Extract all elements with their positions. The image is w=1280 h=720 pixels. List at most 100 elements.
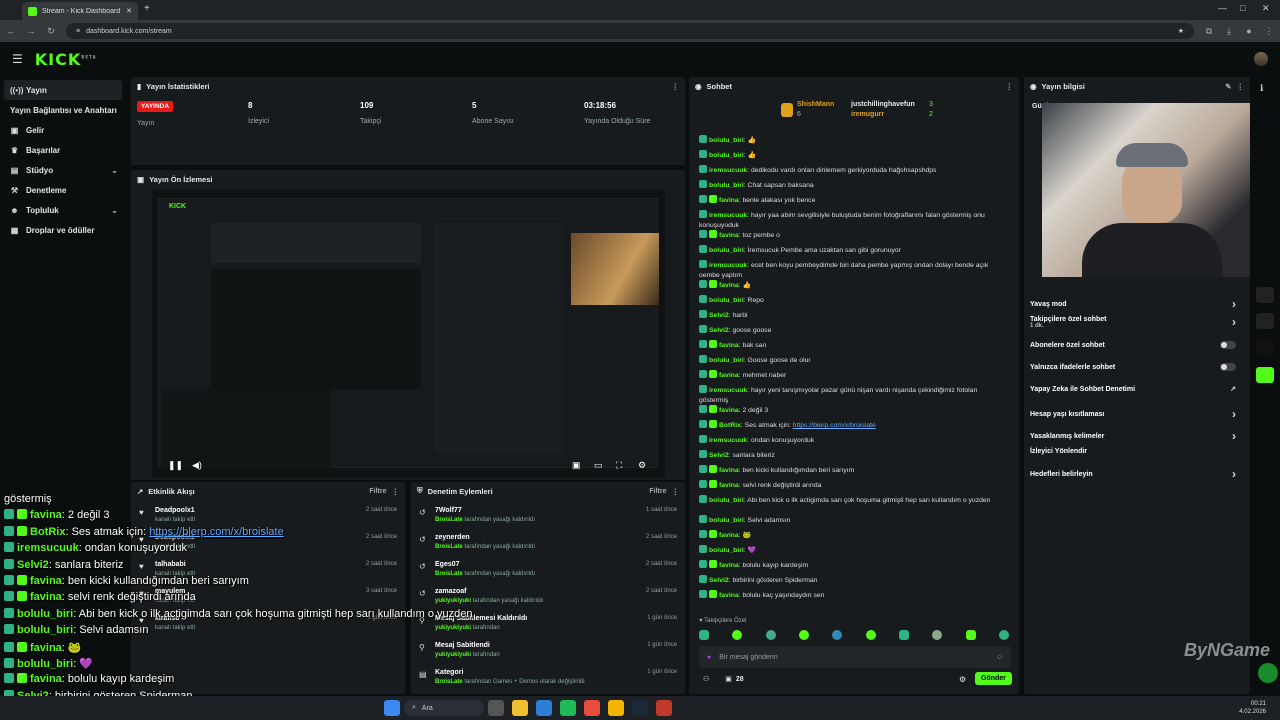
chat-username[interactable]: favina	[719, 282, 739, 289]
moderation-actor[interactable]: BroisLate	[435, 679, 463, 685]
sidebar-item-stream-key[interactable]: Yayın Bağlantısı ve Anahtarı	[0, 100, 128, 120]
top-user-3[interactable]: iremugurr	[851, 111, 884, 118]
moderation-item[interactable]: ↺ Eges07 BroisLate tarafından yasağı kaldı…	[419, 558, 677, 584]
moderation-actor[interactable]: BroisLate	[435, 544, 463, 550]
moderation-target[interactable]: zamazoaf	[435, 588, 467, 595]
sidebar-item-studyo[interactable]: ▤ Stüdyo ⌄	[0, 160, 128, 180]
taskbar-clock[interactable]: 00:21 4.02.2026	[1239, 700, 1266, 716]
moderation-target[interactable]: zeynerden	[435, 534, 470, 541]
moderation-actor[interactable]: yukiyukiyuki	[435, 625, 471, 631]
setting-row[interactable]: Abonelere özel sohbet	[1030, 341, 1236, 349]
chat-username[interactable]: bolulu_biri	[709, 182, 744, 189]
chat-username[interactable]: bolulu_biri	[709, 497, 744, 504]
forward-icon[interactable]: →	[26, 26, 36, 36]
setting-row[interactable]: Hedefleri belirleyin ›	[1030, 467, 1236, 481]
pip-icon[interactable]: ▣	[572, 460, 581, 471]
new-tab-icon[interactable]: +	[144, 3, 150, 14]
sidebar-item-yayin[interactable]: ((•)) Yayın	[4, 80, 122, 100]
more-options-icon[interactable]: ⋮	[392, 487, 400, 496]
emote-icon[interactable]	[932, 630, 943, 640]
site-info-icon[interactable]: ≡	[76, 28, 80, 35]
chat-message[interactable]: bolulu_biri: Chat sapsarı baksana	[699, 180, 999, 191]
microphone-icon[interactable]: ●	[707, 654, 711, 661]
emote-icon[interactable]	[832, 630, 843, 640]
sidebar-item-basarilar[interactable]: ♛ Başarılar	[0, 140, 128, 160]
chat-username[interactable]: Selvi2	[709, 577, 729, 584]
chat-message[interactable]: bolulu_biri: 👍	[699, 150, 999, 161]
chat-username[interactable]: iremsucuuk	[709, 387, 747, 394]
moderation-actor[interactable]: BroisLate	[435, 517, 463, 523]
chat-message[interactable]: iremsucuuk: hayır yaa abim sevgilisiyle …	[699, 210, 999, 231]
moderation-target[interactable]: Mesaj Sabitlendi	[435, 642, 490, 649]
windows-start-icon[interactable]	[384, 700, 400, 716]
chat-message[interactable]: Selvi2: sanlara biteriz	[699, 450, 999, 461]
wrench-icon[interactable]	[1256, 313, 1274, 329]
chat-settings-icon[interactable]: ⚙	[959, 675, 966, 684]
moderation-actor[interactable]: BroisLate	[435, 571, 463, 577]
chat-username[interactable]: Selvi2	[709, 312, 729, 319]
emote-icon[interactable]	[998, 630, 1009, 640]
chat-message[interactable]: iremsucuuk: ecet ben koyu pembeydimde bi…	[699, 260, 999, 281]
emote-icon[interactable]	[865, 630, 876, 640]
chat-message[interactable]: favina: toz pembe o	[699, 230, 999, 241]
chat-message[interactable]: favina: benle alakası yok bence	[699, 195, 999, 206]
spotify-icon[interactable]	[560, 700, 576, 716]
chat-message[interactable]: iremsucuuk: hayır yeni tanışmıyolar paza…	[699, 385, 999, 406]
moderation-actor[interactable]: yukiyukiyuki	[435, 652, 471, 658]
moderation-item[interactable]: ▤ Kategori BroisLate tarafından Games + De…	[419, 666, 677, 692]
user-avatar[interactable]	[1254, 52, 1268, 66]
bookmark-star-icon[interactable]: ★	[1178, 27, 1184, 35]
setting-row[interactable]: Yasaklanmış kelimeler ›	[1030, 429, 1236, 443]
sidebar-item-denetleme[interactable]: ⚒ Denetleme	[0, 180, 128, 200]
setting-row[interactable]: Yalnızca ifadelerle sohbet	[1030, 363, 1236, 371]
chat-message[interactable]: bolulu_biri: Goose goose de olur	[699, 355, 999, 366]
downloads-icon[interactable]: ⤓	[1224, 26, 1234, 37]
more-options-icon[interactable]: ⋮	[672, 82, 680, 91]
address-bar[interactable]: ≡ dashboard.kick.com/stream ★	[66, 23, 1194, 39]
chat-message[interactable]: Selvi2: goose goose	[699, 325, 999, 336]
emote-icon[interactable]	[798, 630, 809, 640]
chat-username[interactable]: favina	[719, 342, 739, 349]
edit-icon[interactable]: ✎	[1225, 82, 1231, 91]
chat-message[interactable]: BotRix: Ses atmak için: https://blerp.co…	[699, 420, 999, 431]
settings-gear-icon[interactable]: ⚙	[638, 460, 646, 471]
emoji-icon[interactable]: ☺	[996, 654, 1003, 661]
chat-message[interactable]: favina: 🐸	[699, 530, 999, 541]
chat-username[interactable]: Selvi2	[709, 452, 729, 459]
chat-message[interactable]: favina: ben kicki kullandığımdan beri sa…	[699, 465, 999, 476]
chat-username[interactable]: bolulu_biri	[709, 517, 744, 524]
chat-message[interactable]: bolulu_biri: 👍	[699, 135, 999, 146]
chat-username[interactable]: favina	[719, 232, 739, 239]
chat-username[interactable]: bolulu_biri	[709, 357, 744, 364]
chat-username[interactable]: bolulu_biri	[709, 137, 744, 144]
chat-username[interactable]: iremsucuuk	[709, 212, 747, 219]
top-user-1[interactable]: ShishMann	[797, 101, 834, 108]
chat-username[interactable]: iremsucuuk	[709, 167, 747, 174]
layout-icon[interactable]	[1256, 287, 1274, 303]
chat-message[interactable]: Selvi2: harbi	[699, 310, 999, 321]
chat-username[interactable]: favina	[719, 467, 739, 474]
chat-username[interactable]: favina	[719, 532, 739, 539]
moderation-target[interactable]: Eges07	[435, 561, 460, 568]
chrome-icon[interactable]	[608, 700, 624, 716]
steam-icon[interactable]	[632, 700, 648, 716]
profile-icon[interactable]: ●	[1244, 26, 1254, 36]
more-options-icon[interactable]: ⋮	[1237, 82, 1245, 91]
setting-row[interactable]: İzleyici Yönlendir	[1030, 448, 1236, 455]
setting-row[interactable]: Yavaş mod ›	[1030, 297, 1236, 311]
chat-message[interactable]: favina: mehmet naber	[699, 370, 999, 381]
chat-username[interactable]: favina	[719, 562, 739, 569]
community-icon[interactable]	[1256, 339, 1274, 355]
close-tab-icon[interactable]: ✕	[126, 7, 132, 15]
emote-icon[interactable]	[965, 630, 976, 640]
fullscreen-icon[interactable]: ⛶	[616, 460, 622, 471]
activity-user[interactable]: Deadpoolx1	[155, 507, 195, 514]
volume-icon[interactable]: ◀)	[192, 460, 202, 471]
file-explorer-icon[interactable]	[512, 700, 528, 716]
chat-message[interactable]: favina: bak sarı	[699, 340, 999, 351]
chat-username[interactable]: iremsucuuk	[709, 437, 747, 444]
send-button[interactable]: Gönder	[975, 672, 1012, 685]
reload-icon[interactable]: ↻	[46, 26, 56, 37]
back-icon[interactable]: ←	[6, 26, 16, 36]
moderation-target[interactable]: Kategori	[435, 669, 463, 676]
